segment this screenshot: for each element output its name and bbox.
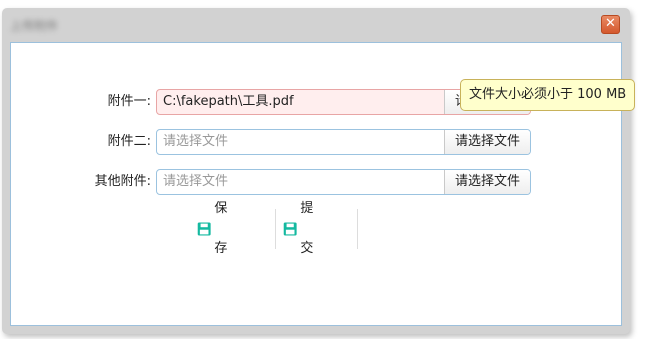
floppy-disk-icon [197, 222, 211, 236]
attachment2-choose-button[interactable]: 请选择文件 [444, 130, 530, 154]
attachment-other-row-label-wrap: 其他附件: [11, 168, 151, 196]
attachment2-file-picker: 请选择文件 [156, 129, 531, 155]
attachment-other-choose-button[interactable]: 请选择文件 [444, 170, 530, 194]
attachment2-input[interactable] [157, 130, 444, 154]
attachment1-label: 附件一: [107, 94, 151, 109]
dialog-titlebar: 上传附件 ✕ [2, 8, 630, 42]
save-label: 保存 [214, 201, 228, 256]
attachment2-row-label-wrap: 附件二: [11, 128, 151, 156]
action-separator [357, 209, 358, 249]
file-size-tooltip: 文件大小必须小于 100 MB [460, 79, 636, 111]
attachment1-input[interactable] [157, 90, 444, 114]
attachment2-label: 附件二: [107, 134, 151, 149]
attachment-other-file-picker: 请选择文件 [156, 169, 531, 195]
submit-label: 提交 [300, 201, 314, 256]
upload-dialog: 上传附件 ✕ 附件一: 请选择文件 附件二: 请选择文件 其他附件: 请选择文件 [2, 8, 630, 334]
close-icon: ✕ [605, 16, 616, 31]
submit-button[interactable]: 提交 [283, 201, 319, 256]
floppy-disk-icon [283, 222, 297, 236]
action-separator [275, 209, 276, 249]
close-button[interactable]: ✕ [601, 15, 620, 34]
save-button[interactable]: 保存 [197, 201, 233, 256]
attachment1-row-label-wrap: 附件一: [11, 88, 151, 116]
dialog-title: 上传附件 [10, 19, 59, 33]
attachment-other-label: 其他附件: [94, 174, 151, 189]
